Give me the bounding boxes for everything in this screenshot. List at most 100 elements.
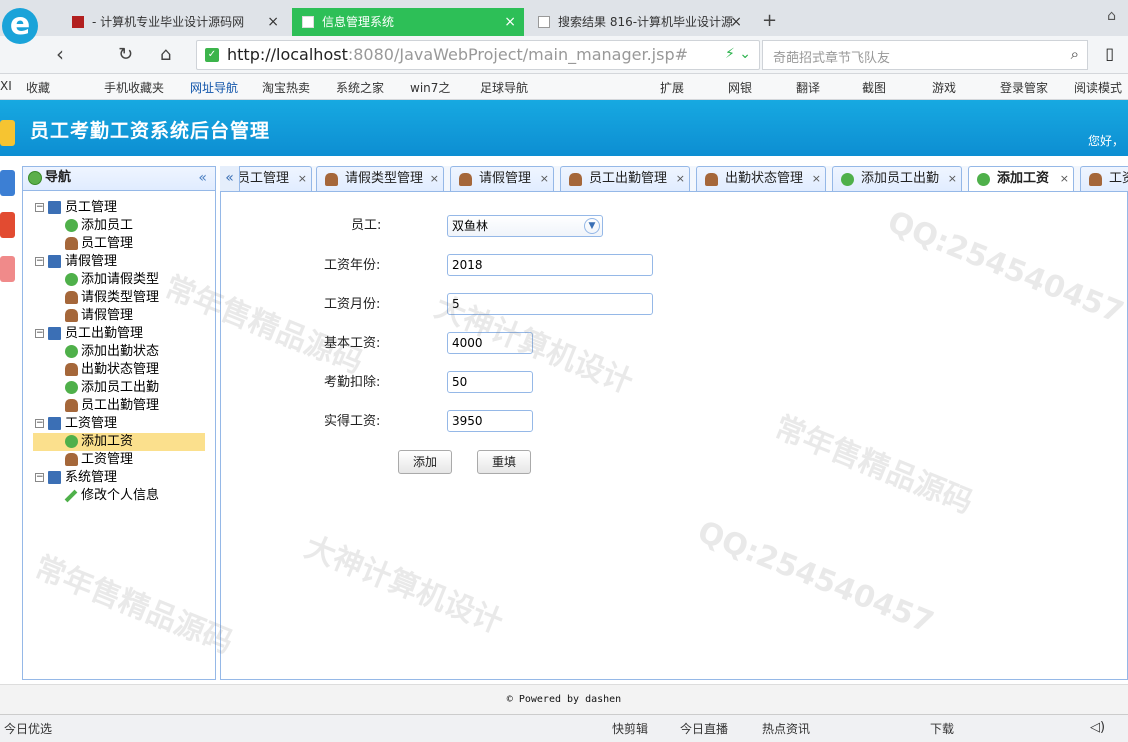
- tree-group-leave[interactable]: − 请假管理: [23, 253, 215, 271]
- employee-select[interactable]: 双鱼林 ▼: [447, 215, 603, 237]
- tree-group-attendance[interactable]: − 员工出勤管理: [23, 325, 215, 343]
- browser-tab-2-active[interactable]: 信息管理系统 ×: [292, 8, 524, 36]
- chevron-down-icon[interactable]: ▼: [584, 218, 600, 234]
- fav-item-xitong[interactable]: 系统之家: [336, 79, 384, 96]
- lightning-icon[interactable]: ⚡ ⌄: [725, 46, 751, 62]
- close-icon[interactable]: ×: [430, 167, 439, 191]
- deduction-input[interactable]: [447, 371, 533, 393]
- tab-add-employee-attendance[interactable]: 添加员工出勤 ×: [832, 166, 962, 191]
- tab-employee-manage[interactable]: 员工管理 ×: [232, 166, 312, 191]
- collapse-toggle-icon[interactable]: −: [35, 329, 44, 338]
- screenshot-item[interactable]: 截图: [862, 79, 886, 96]
- tree-item-label: 出勤状态管理: [81, 362, 160, 377]
- weibo-icon[interactable]: [0, 212, 15, 238]
- close-icon[interactable]: ×: [676, 167, 685, 191]
- collapse-icon[interactable]: «: [198, 167, 207, 189]
- login-manager-item[interactable]: 登录管家: [1000, 79, 1048, 96]
- address-toolbar: ‹ ↻ ⌂ ✓ http://localhost:8080/JavaWebPro…: [0, 36, 1128, 74]
- base-salary-input[interactable]: [447, 332, 533, 354]
- search-icon[interactable]: ⌕: [1071, 45, 1079, 63]
- reset-button[interactable]: 重填: [477, 450, 531, 474]
- home-icon[interactable]: ⌂: [160, 44, 171, 65]
- quick-edit-item[interactable]: 快剪辑: [612, 720, 648, 737]
- tree-item-employee-manage[interactable]: 员工管理: [23, 235, 215, 253]
- translate-item[interactable]: 翻译: [796, 79, 820, 96]
- collapse-toggle-icon[interactable]: −: [35, 419, 44, 428]
- tree-item-add-salary-selected[interactable]: 添加工资: [33, 433, 205, 451]
- tree-item-add-attendance-status[interactable]: 添加出勤状态: [23, 343, 215, 361]
- skin-icon[interactable]: ⌂: [1107, 8, 1116, 24]
- browser-tab-1[interactable]: - 计算机专业毕业设计源码网 ×: [62, 8, 287, 36]
- browser-tab-title: 搜索结果 816-计算机毕业设计源: [558, 15, 734, 29]
- today-picks[interactable]: 今日优选: [4, 720, 52, 737]
- actual-salary-input[interactable]: [447, 410, 533, 432]
- tab-label: 请假类型管理: [345, 171, 424, 186]
- greeting-text: 您好，: [1087, 134, 1124, 148]
- tree-item-add-employee-attendance[interactable]: 添加员工出勤: [23, 379, 215, 397]
- favorites-bar: XI 收藏 手机收藏夹 网址导航 淘宝热卖 系统之家 win7之 足球导航 扩展…: [0, 74, 1128, 100]
- tab-employee-attendance-manage[interactable]: 员工出勤管理 ×: [560, 166, 690, 191]
- collapse-toggle-icon[interactable]: −: [35, 203, 44, 212]
- live-item[interactable]: 今日直播: [680, 720, 728, 737]
- back-icon[interactable]: ‹: [56, 42, 64, 66]
- add-button[interactable]: 添加: [398, 450, 452, 474]
- fav-item-taobao[interactable]: 淘宝热卖: [262, 79, 310, 96]
- url-bar[interactable]: ✓ http://localhost:8080/JavaWebProject/m…: [196, 40, 760, 70]
- tree-group-label: 系统管理: [65, 470, 118, 485]
- tree-item-leave-type-manage[interactable]: 请假类型管理: [23, 289, 215, 307]
- tree-item-add-leave-type[interactable]: 添加请假类型: [23, 271, 215, 289]
- close-icon[interactable]: ×: [812, 167, 821, 191]
- bank-item[interactable]: 网银: [728, 79, 752, 96]
- tab-leave-manage[interactable]: 请假管理 ×: [450, 166, 554, 191]
- tree-group-employee[interactable]: − 员工管理: [23, 199, 215, 217]
- tree-item-edit-profile[interactable]: 修改个人信息: [23, 487, 215, 505]
- close-icon[interactable]: ×: [504, 8, 516, 36]
- close-icon[interactable]: ×: [1060, 167, 1069, 191]
- add-icon: [65, 345, 78, 358]
- tab-attendance-status-manage[interactable]: 出勤状态管理 ×: [696, 166, 826, 191]
- hot-news-item[interactable]: 热点资讯: [762, 720, 810, 737]
- tabs-scroll-left-icon[interactable]: «: [220, 166, 240, 191]
- fav-item-nav[interactable]: 网址导航: [190, 79, 238, 96]
- menu-icon[interactable]: ▯: [1105, 44, 1114, 63]
- star-icon[interactable]: [0, 120, 15, 146]
- tree-item-attendance-status-manage[interactable]: 出勤状态管理: [23, 361, 215, 379]
- tab-add-salary-active[interactable]: 添加工资 ×: [968, 166, 1074, 191]
- game-item[interactable]: 游戏: [932, 79, 956, 96]
- fav-item-mobile[interactable]: 手机收藏夹: [104, 79, 164, 96]
- browser-tab-3[interactable]: 搜索结果 816-计算机毕业设计源 ×: [528, 8, 750, 36]
- volume-icon[interactable]: ◁): [1090, 720, 1105, 735]
- tab-leave-type-manage[interactable]: 请假类型管理 ×: [316, 166, 444, 191]
- fav-item-football[interactable]: 足球导航: [480, 79, 528, 96]
- tab-salary-partial[interactable]: 工资: [1080, 166, 1128, 191]
- tree-item-salary-manage[interactable]: 工资管理: [23, 451, 215, 469]
- tree-group-label: 工资管理: [65, 416, 118, 431]
- reading-mode-item[interactable]: 阅读模式: [1074, 79, 1122, 96]
- ext-item[interactable]: 扩展: [660, 79, 684, 96]
- mail-icon[interactable]: [0, 256, 15, 282]
- collapse-toggle-icon[interactable]: −: [35, 257, 44, 266]
- fav-item-collect[interactable]: 收藏: [26, 79, 50, 96]
- tree-group-salary[interactable]: − 工资管理: [23, 415, 215, 433]
- add-icon: [65, 219, 78, 232]
- month-input[interactable]: [447, 293, 653, 315]
- tree-item-leave-manage[interactable]: 请假管理: [23, 307, 215, 325]
- close-icon[interactable]: ×: [298, 167, 307, 191]
- close-icon[interactable]: ×: [948, 167, 957, 191]
- url-text[interactable]: http://localhost:8080/JavaWebProject/mai…: [227, 45, 688, 64]
- tree-group-system[interactable]: − 系统管理: [23, 469, 215, 487]
- close-icon[interactable]: ×: [730, 8, 742, 36]
- fav-item-win7[interactable]: win7之: [410, 79, 450, 96]
- tree-item-add-employee[interactable]: 添加员工: [23, 217, 215, 235]
- collapse-toggle-icon[interactable]: −: [35, 473, 44, 482]
- doc-icon[interactable]: [0, 170, 15, 196]
- year-input[interactable]: [447, 254, 653, 276]
- search-box[interactable]: 奇葩招式章节飞队友 ⌕: [762, 40, 1088, 70]
- close-icon[interactable]: ×: [267, 8, 279, 36]
- tree-item-employee-attendance-manage[interactable]: 员工出勤管理: [23, 397, 215, 415]
- user-icon: [65, 309, 78, 322]
- close-icon[interactable]: ×: [540, 167, 549, 191]
- new-tab-button[interactable]: +: [762, 10, 777, 31]
- download-item[interactable]: 下载: [930, 720, 954, 737]
- refresh-icon[interactable]: ↻: [118, 44, 133, 65]
